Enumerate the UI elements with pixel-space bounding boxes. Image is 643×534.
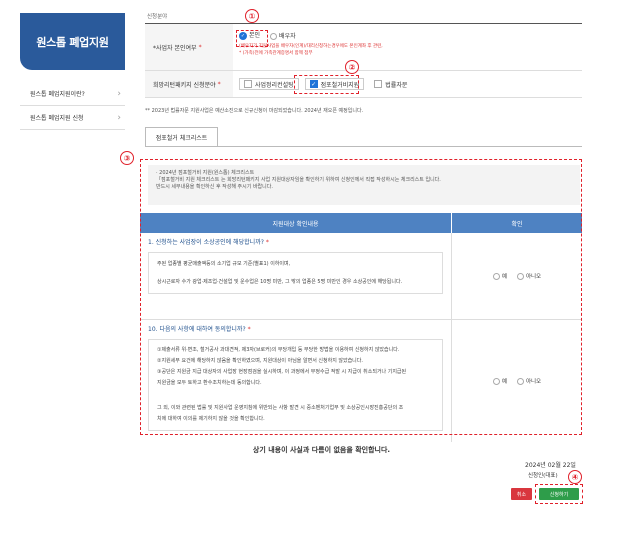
sidebar-item-label: 원스톱 폐업지원이란? [30,91,85,98]
sidebar-item-intro[interactable]: 원스톱 폐업지원이란? › [20,82,125,106]
checkbox-legal[interactable]: 법률자문 [370,78,411,90]
owner-note-2: * (가족)전에 가족관계증명서 함께 첨부 [239,51,313,56]
annotation-box-4 [535,484,583,504]
package-row: 희망리턴패키지 신청분야 * 사업정리컨설팅 ✓ 점포철거비지원 법률자문 [145,71,582,98]
chevron-right-icon: › [117,112,121,123]
legal-notice: ** 2023년 법률자문 지원사업은 예산소진으로 신규신청이 마감되었습니다… [145,108,364,114]
tab-divider [145,146,582,147]
annotation-box-2 [294,75,359,94]
confirm-statement: 상기 내용이 사실과 다름이 없음을 확인합니다. [252,446,391,454]
application-date: 2024년 02월 22일 [525,462,576,469]
checkbox-icon [244,80,252,88]
annotation-badge-4: ④ [568,470,582,484]
applicant-label: 신청인(대표) [528,473,558,479]
sidebar-item-apply[interactable]: 원스톱 폐업지원 신청 › [20,106,125,130]
owner-options: ✓ 본인 배우자 (배우자가 지원사업을 배우자(인계)/대리신청하는경우에도 본… [233,24,582,70]
annotation-box-1 [236,30,268,47]
owner-note-1: (배우자가 지원사업을 배우자(인계)/대리신청하는경우에도 본인계좌 후 관련… [239,44,383,49]
radio-circle-icon [270,32,278,40]
owner-row: *사업자 본인여부 * ✓ 본인 배우자 (배우자가 지원사업을 배우자(인계)/대… [145,24,582,71]
annotation-box-3 [140,159,582,435]
package-options: 사업정리컨설팅 ✓ 점포철거비지원 법률자문 [233,71,582,97]
chevron-right-icon: › [117,88,121,99]
sidebar: 원스톱 폐업지원 원스톱 폐업지원이란? › 원스톱 폐업지원 신청 › [20,13,125,130]
radio-owner-spouse[interactable]: 배우자 [270,31,296,40]
annotation-badge-2: ② [345,60,359,74]
cancel-button[interactable]: 취소 [511,488,532,500]
package-label: 희망리턴패키지 신청분야 * [145,71,233,97]
tab-demolition-checklist[interactable]: 점포철거 체크리스트 [145,127,218,146]
section-label: 신청분야 [147,14,168,20]
sidebar-item-label: 원스톱 폐업지원 신청 [30,115,84,122]
sidebar-title: 원스톱 폐업지원 [20,13,125,70]
application-form: *사업자 본인여부 * ✓ 본인 배우자 (배우자가 지원사업을 배우자(인계)/대… [145,23,582,98]
owner-label: *사업자 본인여부 * [145,24,233,70]
checkbox-icon [374,80,383,88]
annotation-badge-3: ③ [120,151,134,165]
checkbox-consulting[interactable]: 사업정리컨설팅 [239,78,299,90]
annotation-badge-1: ① [245,9,259,23]
